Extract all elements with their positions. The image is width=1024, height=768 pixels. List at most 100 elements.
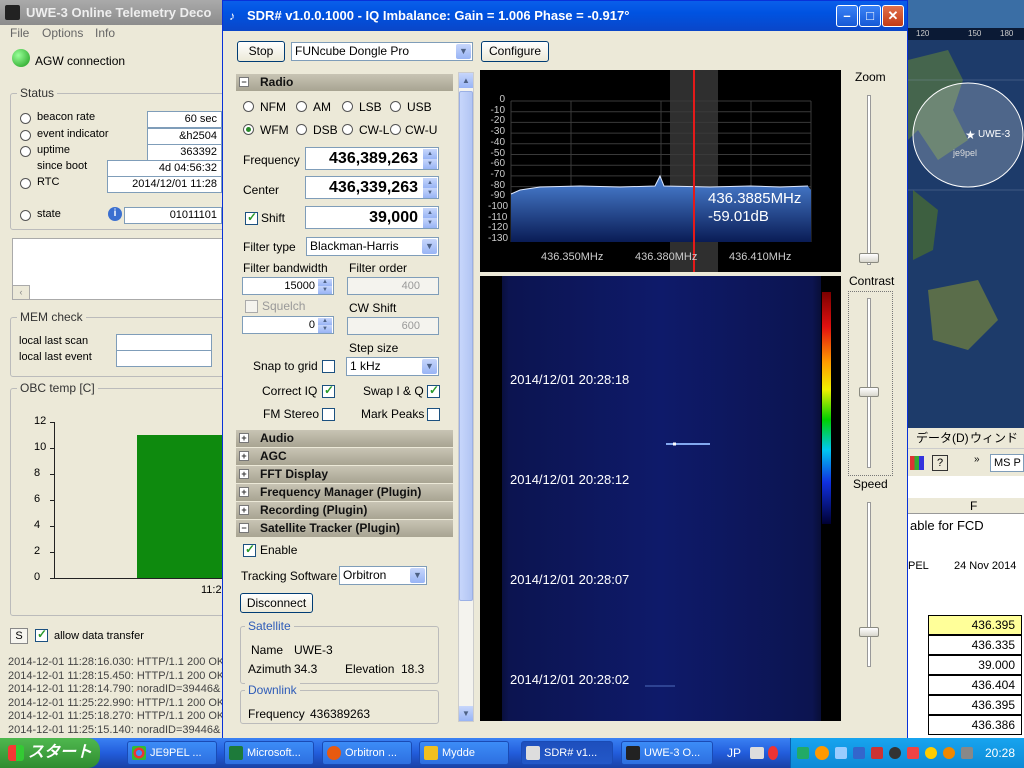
toolbar-more-icon[interactable]: » xyxy=(974,454,980,465)
contrast-slider-thumb[interactable] xyxy=(859,387,879,397)
uptime-radio[interactable] xyxy=(20,146,31,157)
panel-scrollbar[interactable]: ▲ ▼ xyxy=(458,72,474,722)
spin-up-icon[interactable]: ▲ xyxy=(318,318,332,325)
shift-input[interactable]: 39,000 ▲ ▼ xyxy=(305,206,439,229)
zoom-slider-track[interactable] xyxy=(867,95,871,265)
swap-iq-checkbox[interactable] xyxy=(427,383,440,398)
step-size-select[interactable]: 1 kHz ▼ xyxy=(346,357,439,376)
info-icon[interactable]: i xyxy=(108,207,122,221)
task-orbitron[interactable]: Orbitron ... xyxy=(322,741,412,765)
satellite-tracker-section-header[interactable]: − Satellite Tracker (Plugin) xyxy=(236,520,453,537)
center-input[interactable]: 436,339,263 ▲ ▼ xyxy=(305,176,439,199)
disconnect-button[interactable]: Disconnect xyxy=(240,593,313,613)
cell-value[interactable]: 436.395 xyxy=(928,615,1022,635)
ime-pad-icon[interactable] xyxy=(768,746,778,760)
mode-am-radio[interactable] xyxy=(296,101,307,112)
cell-value[interactable]: 436.395 xyxy=(928,695,1022,715)
squelch-checkbox[interactable] xyxy=(245,300,258,313)
agc-section-header[interactable]: + AGC xyxy=(236,448,453,465)
fm-stereo-checkbox[interactable] xyxy=(322,408,335,421)
audio-section-header[interactable]: + Audio xyxy=(236,430,453,447)
filter-type-select[interactable]: Blackman-Harris ▼ xyxy=(306,237,439,256)
mode-cwl-radio[interactable] xyxy=(342,124,353,135)
excel-menu-data[interactable]: データ(D) xyxy=(916,428,969,448)
mode-usb-radio[interactable] xyxy=(390,101,401,112)
fft-spectrum-display[interactable]: 0 -10 -20 -30 -40 -50 -60 -70 -80 -90 -1… xyxy=(480,70,841,272)
cell-value[interactable]: 436.386 xyxy=(928,715,1022,735)
close-button[interactable]: ✕ xyxy=(882,5,904,27)
scroll-left-icon[interactable]: ‹ xyxy=(12,285,30,300)
speed-slider-track[interactable] xyxy=(867,502,871,667)
clock[interactable]: 20:28 xyxy=(985,738,1015,768)
configure-button[interactable]: Configure xyxy=(481,41,549,62)
mode-cwu-radio[interactable] xyxy=(390,124,401,135)
spin-down-icon[interactable]: ▼ xyxy=(423,159,437,169)
tray-icon[interactable] xyxy=(835,747,847,759)
scroll-down-icon[interactable]: ▼ xyxy=(459,706,473,721)
frequency-manager-section-header[interactable]: + Frequency Manager (Plugin) xyxy=(236,484,453,501)
enable-tracker-checkbox[interactable] xyxy=(243,542,256,557)
task-excel[interactable]: Microsoft... xyxy=(224,741,314,765)
keyboard-icon[interactable] xyxy=(750,747,764,759)
mode-wfm-radio[interactable] xyxy=(243,124,254,135)
mode-nfm-radio[interactable] xyxy=(243,101,254,112)
filter-bandwidth-input[interactable]: 15000 ▲ ▼ xyxy=(242,277,334,295)
mode-lsb-radio[interactable] xyxy=(342,101,353,112)
correct-iq-checkbox[interactable] xyxy=(322,383,335,398)
allow-transfer-checkbox[interactable] xyxy=(35,627,48,642)
speed-slider-thumb[interactable] xyxy=(859,627,879,637)
tray-icon[interactable] xyxy=(871,747,883,759)
tray-icon[interactable] xyxy=(815,746,829,760)
tray-icon[interactable] xyxy=(925,747,937,759)
state-radio[interactable] xyxy=(20,210,31,221)
rtc-radio[interactable] xyxy=(20,178,31,189)
start-button[interactable]: スタート xyxy=(0,738,100,768)
stop-button[interactable]: Stop xyxy=(237,41,285,62)
ime-indicator[interactable]: JP xyxy=(727,746,741,760)
snap-to-grid-checkbox[interactable] xyxy=(322,360,335,373)
task-sdr[interactable]: SDR# v1... xyxy=(521,741,613,765)
spin-down-icon[interactable]: ▼ xyxy=(318,286,332,294)
cell-value[interactable]: 436.335 xyxy=(928,635,1022,655)
spin-up-icon[interactable]: ▲ xyxy=(318,279,332,286)
spin-up-icon[interactable]: ▲ xyxy=(423,178,437,188)
beacon-rate-radio[interactable] xyxy=(20,113,31,124)
task-uwe[interactable]: UWE-3 O... xyxy=(621,741,713,765)
radio-section-header[interactable]: − Radio xyxy=(236,74,453,91)
fft-display-section-header[interactable]: + FFT Display xyxy=(236,466,453,483)
spin-up-icon[interactable]: ▲ xyxy=(423,149,437,159)
maximize-button[interactable]: □ xyxy=(859,5,881,27)
menu-info[interactable]: Info xyxy=(95,26,115,40)
tracking-software-select[interactable]: Orbitron ▼ xyxy=(339,566,427,585)
cell-value[interactable]: 436.404 xyxy=(928,675,1022,695)
scroll-up-icon[interactable]: ▲ xyxy=(459,73,473,88)
frequency-input[interactable]: 436,389,263 ▲ ▼ xyxy=(305,147,439,170)
tray-icon[interactable] xyxy=(853,747,865,759)
menu-options[interactable]: Options xyxy=(42,26,83,40)
tray-icon[interactable] xyxy=(943,747,955,759)
squelch-input[interactable]: 0 ▲ ▼ xyxy=(242,316,334,334)
scroll-thumb[interactable] xyxy=(459,91,473,601)
recording-section-header[interactable]: + Recording (Plugin) xyxy=(236,502,453,519)
spin-down-icon[interactable]: ▼ xyxy=(423,218,437,228)
tray-icon[interactable] xyxy=(797,747,809,759)
help-icon[interactable]: ? xyxy=(932,455,948,471)
font-select[interactable]: MS P xyxy=(990,454,1024,472)
task-chrome[interactable]: JE9PEL ... xyxy=(127,741,217,765)
mark-peaks-checkbox[interactable] xyxy=(427,408,440,421)
spin-down-icon[interactable]: ▼ xyxy=(423,188,437,198)
column-f-header[interactable]: F xyxy=(970,499,977,513)
spin-up-icon[interactable]: ▲ xyxy=(423,208,437,218)
s-button[interactable]: S xyxy=(10,628,28,644)
zoom-slider-thumb[interactable] xyxy=(859,253,879,263)
shift-checkbox[interactable] xyxy=(245,210,258,225)
tray-icon[interactable] xyxy=(889,747,901,759)
mode-dsb-radio[interactable] xyxy=(296,124,307,135)
contrast-slider-track[interactable] xyxy=(867,298,871,468)
chart-icon[interactable] xyxy=(910,456,924,470)
minimize-button[interactable]: – xyxy=(836,5,858,27)
task-mydde[interactable]: Mydde xyxy=(419,741,509,765)
waterfall-display[interactable]: 2014/12/01 20:28:18 2014/12/01 20:28:12 … xyxy=(480,276,841,721)
tray-icon[interactable] xyxy=(961,747,973,759)
event-indicator-radio[interactable] xyxy=(20,130,31,141)
